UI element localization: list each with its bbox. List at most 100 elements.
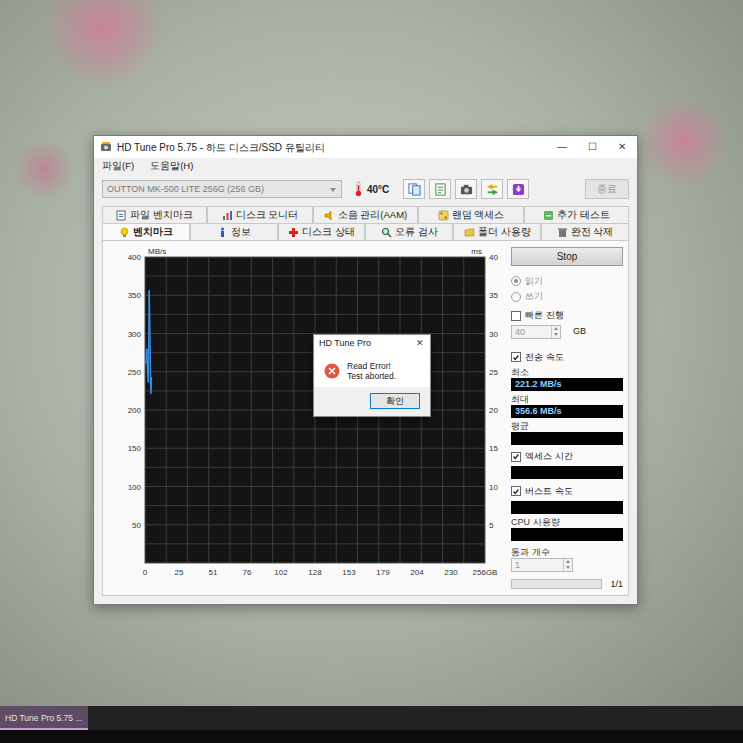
field-value: [511, 501, 623, 514]
tab[interactable]: 벤치마크: [102, 223, 190, 240]
magnifier-icon: [381, 227, 392, 238]
tab[interactable]: 폴더 사용량: [453, 223, 541, 240]
y-axis-tick: 350: [128, 291, 142, 300]
benchmark-panel: 4003503002502001501005040353025201510502…: [102, 240, 629, 596]
checkbox-label: 빠른 진행: [525, 309, 564, 323]
desktop: HD Tune Pro 5.75 - 하드 디스크/SSD 유틸리티—☐✕ 파일…: [0, 0, 743, 706]
spin-field: 1: [511, 558, 573, 572]
tab-label: 디스크 모니터: [236, 208, 299, 222]
tab[interactable]: 소음 관리(AAM): [313, 206, 418, 223]
chart-canvas: 4003503002502001501005040353025201510502…: [105, 245, 505, 585]
tab[interactable]: 추가 테스트: [524, 206, 629, 223]
tab[interactable]: 디스크 모니터: [207, 206, 312, 223]
y-axis-tick: 300: [128, 330, 142, 339]
stat-field: CPU 사용량: [511, 517, 623, 541]
checkbox[interactable]: [511, 452, 521, 462]
window-controls: —☐✕: [547, 136, 637, 158]
mode-radio: 쓰기: [511, 290, 623, 302]
stat-field: 최소221.2 MB/s: [511, 367, 623, 391]
radio-dot: [514, 279, 518, 283]
tab-label: 완전 삭제: [571, 225, 614, 239]
maximize-button[interactable]: ☐: [577, 136, 607, 158]
checkbox[interactable]: [511, 311, 521, 321]
tab[interactable]: 디스크 상태: [278, 223, 366, 240]
dialog-close-button[interactable]: ✕: [410, 337, 430, 351]
field-value: [511, 528, 623, 541]
close-button[interactable]: ✕: [607, 136, 637, 158]
y-axis-tick: 200: [128, 406, 142, 415]
copy-icon: [408, 183, 421, 196]
taskbar-item[interactable]: HD Tune Pro 5.75 ...: [0, 706, 88, 730]
info-icon: [217, 227, 228, 238]
speaker-icon: [324, 210, 335, 221]
menu-item[interactable]: 파일(F): [102, 159, 134, 173]
checkbox-label: 엑세스 시간: [525, 450, 573, 464]
tab-label: 폴더 사용량: [478, 225, 531, 239]
toolbar-button[interactable]: [429, 179, 451, 199]
spacer: [511, 341, 623, 345]
tab[interactable]: 오류 검사: [365, 223, 453, 240]
stop-button[interactable]: Stop: [511, 247, 623, 266]
tab-label: 랜덤 액세스: [452, 208, 505, 222]
tab-row: 파일 벤치마크 디스크 모니터 소음 관리(AAM) 랜덤 액세스 추가 테스트: [102, 206, 629, 223]
up-arrow-icon: [566, 560, 570, 563]
x-axis-tick: 51: [209, 568, 218, 577]
field-label: CPU 사용량: [511, 517, 623, 528]
stat-field: [511, 466, 623, 479]
taskbar: HD Tune Pro 5.75 ...: [0, 706, 743, 730]
x-axis-tick: 256GB: [473, 568, 498, 577]
spin-field: 40: [511, 325, 561, 339]
pass-count: 통과 개수1: [511, 547, 623, 572]
minimize-button[interactable]: —: [547, 136, 577, 158]
dialog-message: Read Error!Test aborted.: [347, 361, 396, 381]
spin-value: 40: [512, 326, 551, 338]
document-icon: [434, 183, 447, 196]
toolbar-button[interactable]: [481, 179, 503, 199]
bulb-icon: [119, 227, 130, 238]
dropdown-arrow-icon: [330, 188, 336, 192]
title-bar: HD Tune Pro 5.75 - 하드 디스크/SSD 유틸리티—☐✕: [94, 136, 637, 158]
y2-axis-tick: 20: [489, 406, 498, 415]
disk-monitor-icon: [222, 210, 233, 221]
tab[interactable]: 랜덤 액세스: [418, 206, 523, 223]
ok-button[interactable]: 확인: [370, 393, 420, 409]
app-window: HD Tune Pro 5.75 - 하드 디스크/SSD 유틸리티—☐✕ 파일…: [93, 135, 638, 605]
checkbox-label: 버스트 속도: [525, 485, 573, 499]
radio-button: [511, 292, 521, 302]
tab[interactable]: 정보: [190, 223, 278, 240]
radio-label: 쓰기: [525, 290, 543, 304]
y2-axis-tick: 30: [489, 330, 498, 339]
y2-axis-tick: 25: [489, 368, 498, 377]
menu-item[interactable]: 도움말(H): [150, 159, 193, 173]
x-axis-tick: 25: [175, 568, 184, 577]
tab-label: 정보: [231, 225, 251, 239]
stat-option: 버스트 속도: [511, 485, 623, 497]
field-label: 평균: [511, 421, 623, 432]
spin-buttons: [563, 559, 572, 571]
error-icon: [324, 363, 340, 379]
dialog-title: HD Tune Pro: [319, 337, 371, 351]
health-cross-icon: [288, 227, 299, 238]
y2-axis-unit: ms: [471, 247, 482, 256]
toolbar-button[interactable]: [507, 179, 529, 199]
checkbox[interactable]: [511, 486, 521, 496]
extra-tests-icon: [543, 210, 554, 221]
x-axis-tick: 153: [342, 568, 356, 577]
radio-button: [511, 276, 521, 286]
spin-value: 1: [512, 559, 563, 571]
tab[interactable]: 완전 삭제: [541, 223, 629, 240]
progress-row: 1/1: [511, 578, 623, 592]
x-axis-tick: 0: [143, 568, 148, 577]
message-line: Test aborted.: [347, 371, 396, 381]
y2-axis-tick: 35: [489, 291, 498, 300]
file-benchmark-icon: [116, 210, 127, 221]
tab[interactable]: 파일 벤치마크: [102, 206, 207, 223]
drive-name: OUTTON MK-500 LITE 256G (256 GB): [107, 184, 264, 194]
toolbar-button[interactable]: [455, 179, 477, 199]
checkbox[interactable]: [511, 352, 521, 362]
y-axis-tick: 100: [128, 483, 142, 492]
drive-select: OUTTON MK-500 LITE 256G (256 GB): [102, 180, 342, 198]
toolbar-button[interactable]: [403, 179, 425, 199]
unit-label: GB: [573, 325, 586, 339]
stat-option: 전송 속도: [511, 351, 623, 363]
